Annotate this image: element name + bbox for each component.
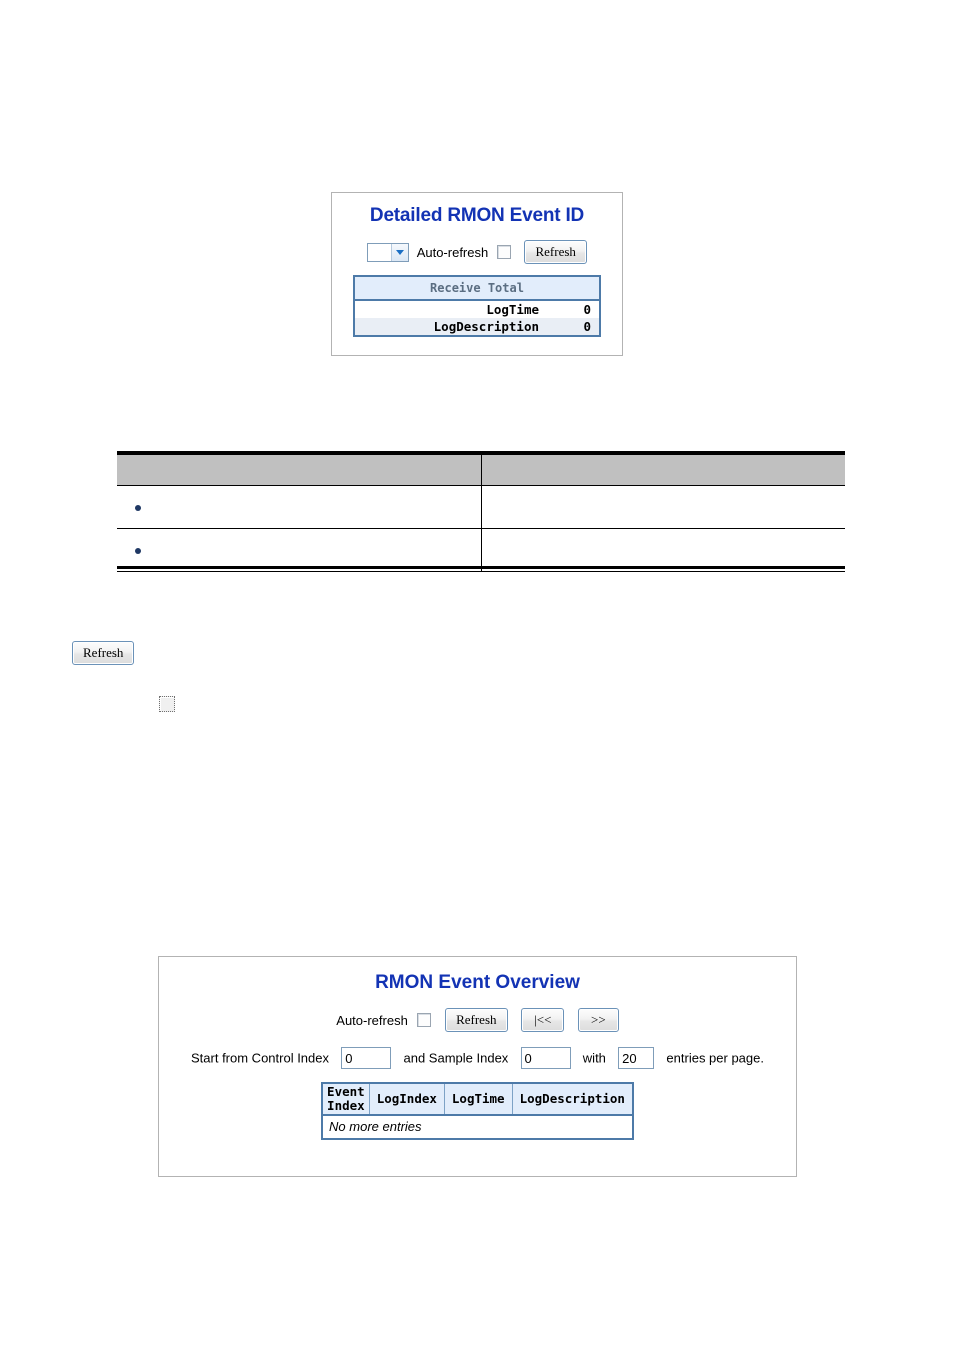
logtime-label: LogTime — [354, 300, 557, 318]
overview-toolbar: Auto-refresh Refresh |<< >> — [159, 1008, 796, 1032]
table-row: LogTime 0 — [354, 300, 600, 318]
table-header-row: Event Index LogIndex LogTime LogDescript… — [322, 1083, 633, 1116]
auto-refresh-label: Auto-refresh — [336, 1012, 408, 1028]
column-header-logindex: LogIndex — [368, 1083, 445, 1116]
column-header-description — [481, 454, 845, 486]
table-header-row — [117, 454, 845, 486]
control-index-input[interactable] — [341, 1047, 392, 1069]
receive-total-table: Receive Total LogTime 0 LogDescription 0 — [353, 275, 601, 337]
table-row: LogDescription 0 — [354, 318, 600, 336]
rmon-event-overview-table: Event Index LogIndex LogTime LogDescript… — [321, 1082, 634, 1140]
detailed-rmon-event-panel: Detailed RMON Event ID Auto-refresh Refr… — [331, 192, 623, 356]
rmon-event-overview-panel: RMON Event Overview Auto-refresh Refresh… — [158, 956, 797, 1177]
chevron-down-icon — [391, 243, 409, 261]
column-header-logtime: LogTime — [443, 1083, 513, 1116]
no-more-entries-message: No more entries — [322, 1114, 633, 1139]
first-page-button[interactable]: |<< — [521, 1008, 565, 1032]
field-description-table — [117, 451, 845, 572]
logdescription-value: 0 — [557, 318, 600, 336]
start-from-label: Start from Control Index — [191, 1050, 329, 1066]
column-header-event-index: Event Index — [322, 1083, 370, 1116]
bullet-icon — [135, 505, 141, 512]
refresh-button[interactable]: Refresh — [445, 1008, 508, 1032]
refresh-button[interactable]: Refresh — [524, 240, 587, 264]
receive-total-header: Receive Total — [354, 276, 600, 301]
overview-title: RMON Event Overview — [375, 972, 580, 993]
entries-per-page-label: entries per page. — [666, 1050, 764, 1066]
page-title: Detailed RMON Event ID — [369, 205, 585, 226]
table-row — [117, 485, 845, 529]
column-header-object — [117, 454, 482, 486]
sample-index-input[interactable] — [520, 1047, 571, 1069]
logdescription-label: LogDescription — [354, 318, 557, 336]
detail-toolbar: Auto-refresh Refresh — [332, 240, 622, 264]
event-index-line1: Event — [327, 1084, 365, 1099]
column-header-logdescription: LogDescription — [511, 1083, 633, 1116]
table-header-row: Receive Total — [354, 276, 600, 301]
table-bottom-rule — [117, 566, 845, 569]
pagination-range-row: Start from Control Index and Sample Inde… — [159, 1047, 796, 1069]
refresh-button-standalone[interactable]: Refresh — [72, 641, 135, 665]
with-label: with — [582, 1050, 606, 1066]
entries-per-page-input[interactable] — [618, 1047, 655, 1069]
next-page-button[interactable]: >> — [578, 1008, 619, 1032]
sample-index-label: and Sample Index — [403, 1050, 509, 1066]
row-description-cell — [481, 485, 845, 529]
auto-refresh-label: Auto-refresh — [416, 244, 489, 260]
auto-refresh-checkbox[interactable] — [417, 1013, 432, 1027]
bullet-icon — [135, 548, 141, 555]
row-object-cell — [117, 485, 482, 529]
event-id-select[interactable] — [367, 242, 410, 262]
auto-refresh-checkbox[interactable] — [496, 245, 511, 259]
event-index-line2: Index — [327, 1098, 365, 1113]
logtime-value: 0 — [557, 300, 600, 318]
table-empty-row: No more entries — [322, 1114, 633, 1139]
auto-refresh-checkbox-standalone[interactable] — [159, 696, 175, 712]
